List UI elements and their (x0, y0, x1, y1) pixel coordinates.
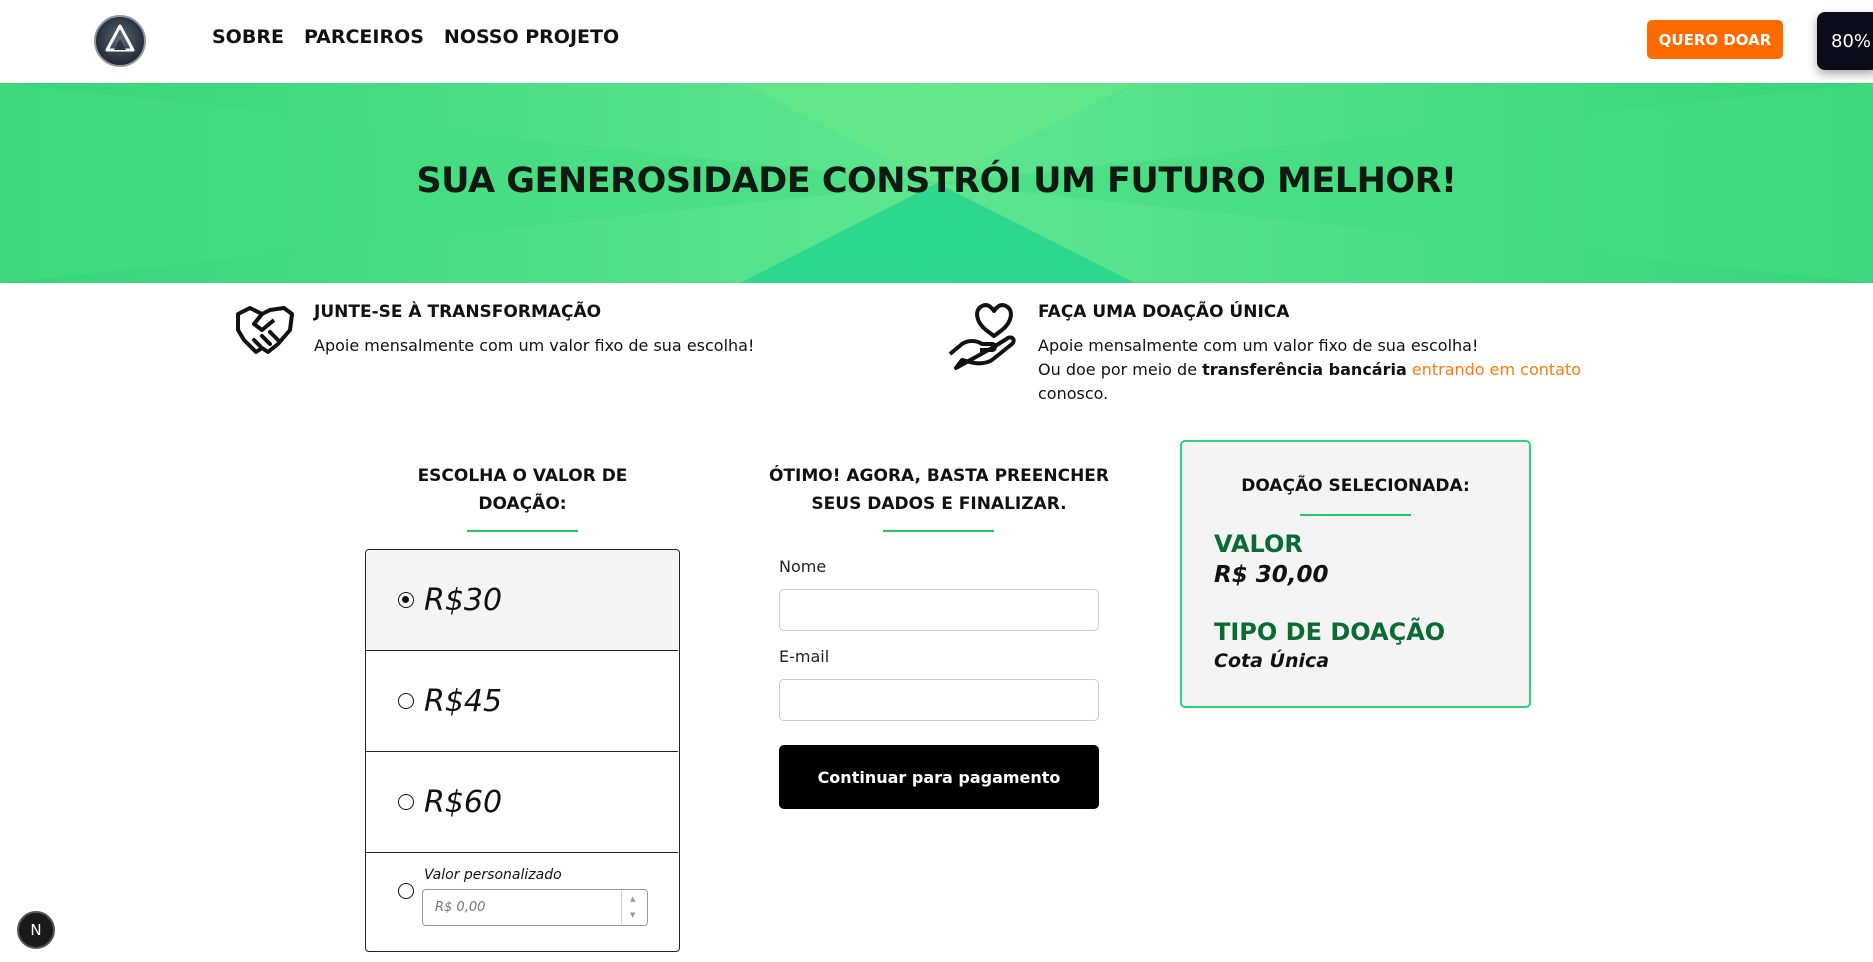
amount-title-line1: ESCOLHA O VALOR DE (417, 466, 628, 486)
summary-type-label: TIPO DE DOAÇÃO (1214, 618, 1446, 646)
heart-hand-icon (948, 303, 1016, 370)
amount-option-60[interactable]: R$60 (366, 752, 678, 853)
amount-radio-45[interactable] (398, 693, 414, 709)
amount-option-45[interactable]: R$45 (366, 651, 678, 752)
summary-value: R$ 30,00 (1214, 562, 1329, 588)
donation-summary-card: DOAÇÃO SELECIONADA: VALOR R$ 30,00 TIPO … (1180, 440, 1531, 708)
info-single-text1: Apoie mensalmente com um valor fixo de s… (1038, 336, 1479, 355)
stepper-down-icon[interactable]: ▼ (630, 911, 635, 919)
amount-title-underline (467, 530, 578, 532)
main-nav: SOBRE PARCEIROS NOSSO PROJETO (212, 26, 619, 48)
amount-title-line2: DOAÇÃO: (478, 494, 567, 514)
amount-option-custom[interactable]: Valor personalizado ▲ ▼ (366, 853, 678, 951)
info-single-text2-pre: Ou doe por meio de (1038, 360, 1203, 379)
info-single: FAÇA UMA DOAÇÃO ÚNICA Apoie mensalmente … (946, 300, 1586, 410)
quero-doar-button[interactable]: QUERO DOAR (1647, 20, 1783, 59)
zoom-indicator[interactable]: 80% (1817, 12, 1873, 70)
summary-value-label: VALOR (1214, 530, 1303, 558)
nav-link-sobre[interactable]: SOBRE (212, 26, 284, 48)
amount-option-30[interactable]: R$30 (366, 550, 678, 651)
handshake-icon (236, 306, 294, 354)
form-section-title: ÓTIMO! AGORA, BASTA PREENCHER SEUS DADOS… (760, 462, 1118, 518)
name-label: Nome (779, 557, 827, 576)
info-single-bank-transfer: transferência bancária (1202, 360, 1407, 379)
stepper-up-icon[interactable]: ▲ (630, 895, 635, 903)
email-label: E-mail (779, 647, 830, 666)
dev-tools-badge[interactable]: N (17, 911, 55, 949)
logo[interactable] (94, 15, 146, 67)
amount-option-label: R$30 (424, 582, 503, 618)
custom-amount-label: Valor personalizado (424, 867, 562, 883)
hero-banner: SUA GENEROSIDADE CONSTRÓI UM FUTURO MELH… (0, 83, 1873, 283)
form-title-underline (883, 530, 994, 532)
logo-icon (105, 24, 135, 52)
custom-amount-input[interactable] (422, 889, 648, 926)
nav-link-parceiros[interactable]: PARCEIROS (304, 26, 424, 48)
contact-link[interactable]: entrando em contato (1407, 360, 1581, 379)
amount-options: R$30 R$45 R$60 Valor personalizado ▲ ▼ (365, 549, 680, 952)
continue-to-payment-button[interactable]: Continuar para pagamento (779, 745, 1099, 809)
summary-title-underline (1300, 514, 1411, 516)
info-single-text3: conosco. (1038, 384, 1109, 403)
form-title-line2: SEUS DADOS E FINALIZAR. (811, 494, 1067, 514)
summary-type: Cota Única (1214, 650, 1330, 672)
form-title-line1: ÓTIMO! AGORA, BASTA PREENCHER (768, 466, 1110, 486)
amount-radio-30[interactable] (398, 592, 414, 608)
info-monthly: JUNTE-SE À TRANSFORMAÇÃO Apoie mensalmen… (234, 300, 794, 360)
site-header: SOBRE PARCEIROS NOSSO PROJETO QUERO DOAR… (0, 0, 1873, 83)
nav-link-nosso-projeto[interactable]: NOSSO PROJETO (444, 26, 619, 48)
name-input[interactable] (779, 589, 1099, 631)
info-monthly-title: JUNTE-SE À TRANSFORMAÇÃO (314, 302, 602, 322)
custom-amount-stepper[interactable]: ▲ ▼ (621, 891, 645, 924)
info-single-title: FAÇA UMA DOAÇÃO ÚNICA (1038, 302, 1290, 322)
email-input[interactable] (779, 679, 1099, 721)
info-single-text2: Ou doe por meio de transferência bancári… (1038, 358, 1581, 382)
amount-radio-60[interactable] (398, 794, 414, 810)
hero-title: SUA GENEROSIDADE CONSTRÓI UM FUTURO MELH… (416, 161, 1457, 201)
amount-section-title: ESCOLHA O VALOR DE DOAÇÃO: (365, 462, 680, 518)
amount-radio-custom[interactable] (398, 883, 414, 899)
summary-title: DOAÇÃO SELECIONADA: (1241, 476, 1470, 496)
amount-option-label: R$60 (424, 784, 503, 820)
amount-option-label: R$45 (424, 683, 503, 719)
info-monthly-text: Apoie mensalmente com um valor fixo de s… (314, 336, 755, 355)
